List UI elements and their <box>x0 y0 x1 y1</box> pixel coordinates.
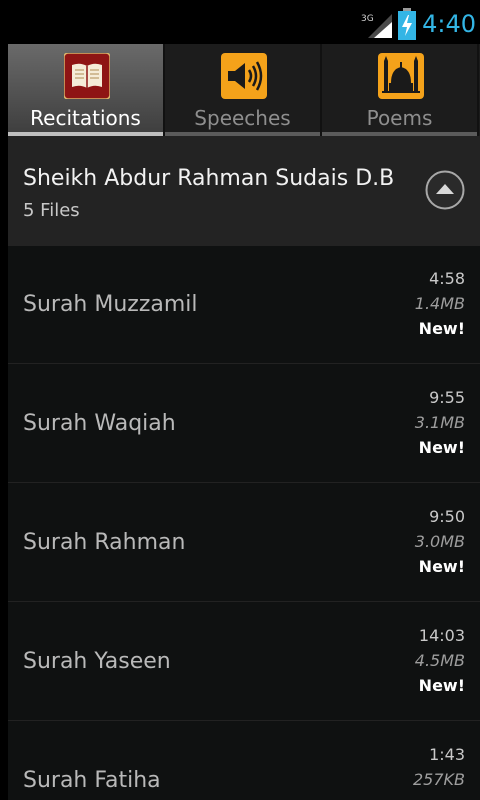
item-duration: 4:58 <box>429 269 465 288</box>
item-duration: 14:03 <box>418 626 465 645</box>
item-title: Surah Fatiha <box>23 768 161 793</box>
item-title: Surah Rahman <box>23 530 186 555</box>
list-item[interactable]: Surah Waqiah 9:55 3.1MB New! <box>8 365 480 483</box>
list-item[interactable]: Surah Fatiha 1:43 257KB <box>8 722 480 800</box>
new-badge: New! <box>418 438 465 457</box>
collapse-up-icon[interactable] <box>425 170 465 210</box>
item-title: Surah Waqiah <box>23 411 176 436</box>
tab-poems-label: Poems <box>366 106 433 130</box>
item-duration: 9:55 <box>429 388 465 407</box>
item-size: 4.5MB <box>414 651 465 670</box>
item-size: 3.0MB <box>414 532 465 551</box>
item-size: 1.4MB <box>414 294 465 313</box>
item-size: 257KB <box>412 770 465 789</box>
reciter-name: Sheikh Abdur Rahman Sudais D.B <box>23 166 395 191</box>
item-title: Surah Yaseen <box>23 649 171 674</box>
file-count: 5 Files <box>23 200 80 221</box>
tab-recitations[interactable]: Recitations <box>8 44 165 136</box>
reciter-group-header[interactable]: Sheikh Abdur Rahman Sudais D.B 5 Files <box>8 136 480 246</box>
status-bar: 3G 4:40 <box>0 0 480 44</box>
list-item[interactable]: Surah Yaseen 14:03 4.5MB New! <box>8 603 480 721</box>
tab-speeches-label: Speeches <box>194 106 291 130</box>
item-duration: 9:50 <box>429 507 465 526</box>
tab-speeches[interactable]: Speeches <box>165 44 322 136</box>
recitation-list: Surah Muzzamil 4:58 1.4MB New! Surah Waq… <box>8 246 480 800</box>
quran-book-icon <box>64 53 110 99</box>
tab-bar: Recitations Speeches Poems <box>8 44 480 136</box>
speaker-icon <box>221 53 267 99</box>
item-size: 3.1MB <box>414 413 465 432</box>
svg-text:3G: 3G <box>361 14 374 24</box>
tab-poems[interactable]: Poems <box>322 44 479 136</box>
mosque-icon <box>378 53 424 99</box>
new-badge: New! <box>418 557 465 576</box>
tab-recitations-label: Recitations <box>30 106 141 130</box>
battery-charging-icon <box>398 8 416 40</box>
new-badge: New! <box>418 319 465 338</box>
new-badge: New! <box>418 676 465 695</box>
item-title: Surah Muzzamil <box>23 292 198 317</box>
status-clock: 4:40 <box>422 10 476 38</box>
item-duration: 1:43 <box>429 745 465 764</box>
list-item[interactable]: Surah Rahman 9:50 3.0MB New! <box>8 484 480 602</box>
list-item[interactable]: Surah Muzzamil 4:58 1.4MB New! <box>8 246 480 364</box>
app-screen: 3G 4:40 Recitations Speeches Poems Sheik… <box>0 0 480 800</box>
signal-3g-icon: 3G <box>361 14 392 38</box>
